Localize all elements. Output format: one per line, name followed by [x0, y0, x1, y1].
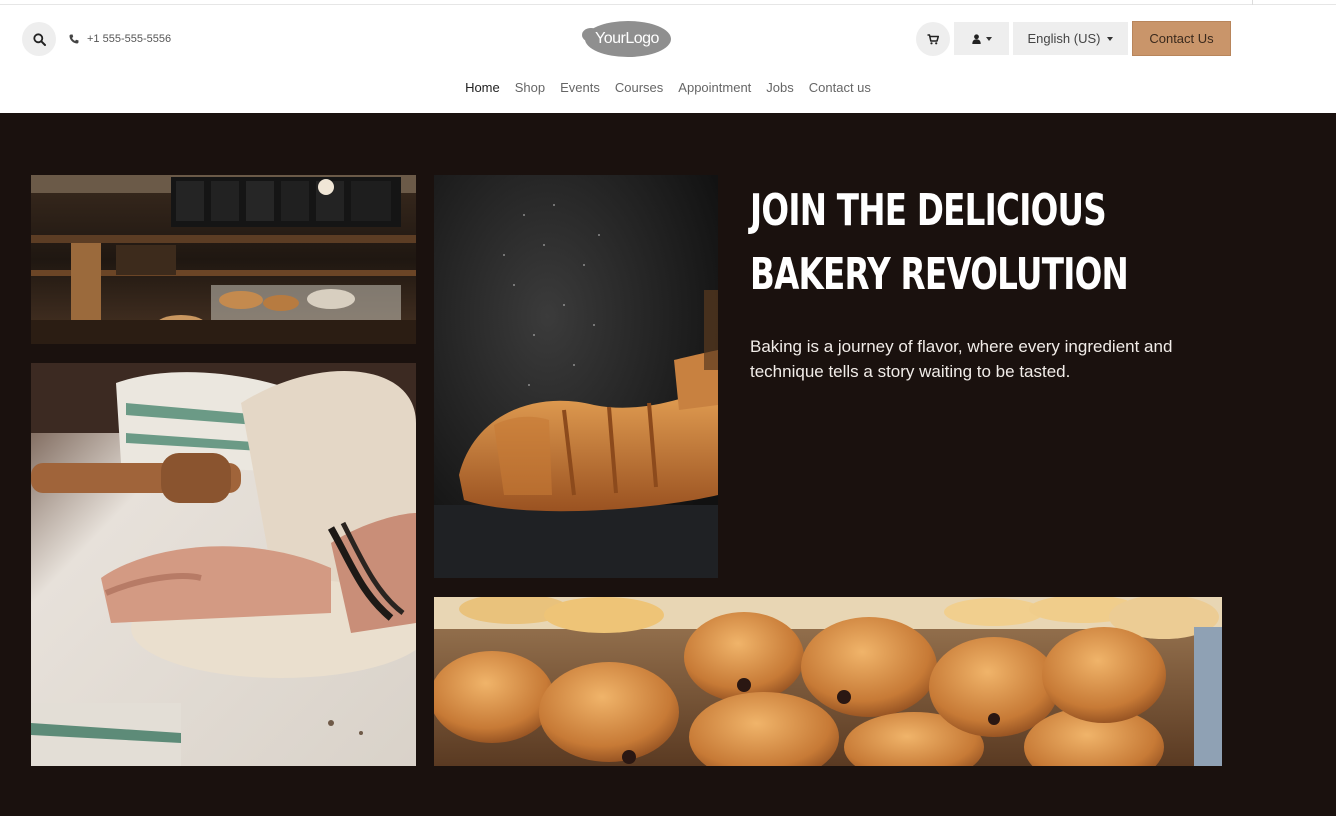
dough-kneading-image [31, 363, 416, 766]
hero-title: Join the delicious bakery revolution [750, 179, 1129, 307]
phone-link[interactable]: +1 555-555-5556 [69, 31, 171, 47]
croissant-image [434, 175, 718, 578]
hero-section: Join the delicious bakery revolution Bak… [0, 113, 1336, 816]
nav-item-jobs[interactable]: Jobs [766, 80, 793, 98]
chevron-down-icon [1107, 36, 1114, 41]
logo-text: YourLogo [595, 30, 659, 47]
nav-item-contact-us[interactable]: Contact us [809, 80, 871, 98]
hero-description: Baking is a journey of flavor, where eve… [750, 337, 1173, 381]
nav-item-courses[interactable]: Courses [615, 80, 663, 98]
chevron-down-icon [985, 36, 992, 41]
nav-item-events[interactable]: Events [560, 80, 600, 98]
phone-icon [69, 34, 79, 44]
nav-item-appointment[interactable]: Appointment [678, 80, 751, 98]
cart-icon [927, 33, 939, 44]
search-icon [32, 32, 46, 46]
cart-button[interactable] [916, 22, 950, 56]
search-button[interactable] [22, 22, 56, 56]
bakery-shop-image [31, 175, 416, 344]
user-menu-button[interactable] [954, 22, 1009, 55]
language-label: English (US) [1027, 31, 1101, 46]
main-nav: Home Shop Events Courses Appointment Job… [0, 80, 1336, 98]
hero-title-line-1: Join the delicious [750, 185, 1107, 236]
language-selector[interactable]: English (US) [1013, 22, 1128, 55]
pastries-tray-image [434, 597, 1222, 766]
user-icon [971, 33, 981, 44]
nav-item-shop[interactable]: Shop [515, 80, 545, 98]
logo[interactable]: YourLogo [581, 19, 673, 59]
contact-us-button[interactable]: Contact Us [1132, 21, 1231, 56]
hero-title-line-2: bakery revolution [750, 249, 1129, 300]
phone-number: +1 555-555-5556 [87, 33, 172, 45]
site-header: +1 555-555-5556 YourLogo English (US) Co… [0, 5, 1336, 113]
nav-item-home[interactable]: Home [465, 80, 500, 98]
